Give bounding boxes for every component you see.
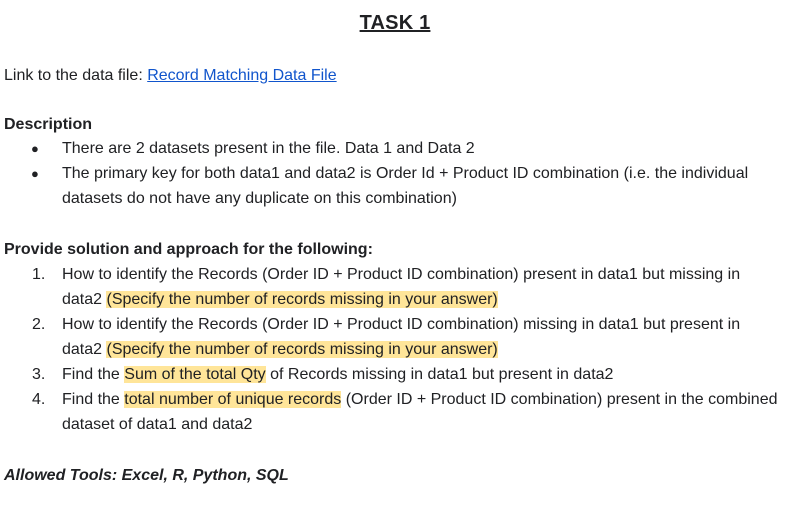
list-number: 3. [32,366,46,383]
list-number: 4. [32,391,46,408]
list-item: 4. Find the total number of unique recor… [0,387,782,437]
bullet-icon: ● [31,141,39,156]
item-text: Find the [62,391,125,408]
highlighted-text: (Specify the number of records missing i… [106,341,498,358]
link-prefix: Link to the data file: [4,67,148,84]
list-item: ● There are 2 datasets present in the fi… [0,136,782,161]
highlighted-text: Sum of the total Qty [124,366,266,383]
bullet-text: The primary key for both data1 and data2… [62,165,749,207]
item-text-after: of Records missing in data1 but present … [265,366,614,383]
data-file-link-line: Link to the data file: Record Matching D… [4,63,337,88]
highlighted-text: total number of unique records [124,391,342,408]
list-number: 1. [32,266,46,283]
list-number: 2. [32,316,46,333]
bullet-icon: ● [31,166,39,181]
allowed-tools: Allowed Tools: Excel, R, Python, SQL [4,467,289,484]
list-item: 1. How to identify the Records (Order ID… [0,262,782,312]
list-item: 3. Find the Sum of the total Qty of Reco… [0,362,782,387]
description-heading: Description [4,116,93,133]
solution-heading: Provide solution and approach for the fo… [4,241,373,258]
solution-numbered-list: 1. How to identify the Records (Order ID… [0,262,800,437]
description-bullet-list: ● There are 2 datasets present in the fi… [0,136,800,211]
highlighted-text: (Specify the number of records missing i… [106,291,498,308]
bullet-text: There are 2 datasets present in the file… [62,140,475,157]
data-file-link[interactable]: Record Matching Data File [147,67,336,84]
document-page: TASK 1 Link to the data file: Record Mat… [0,0,811,509]
list-item: 2. How to identify the Records (Order ID… [0,312,782,362]
task-title: TASK 1 [359,12,431,34]
item-text: Find the [62,366,125,383]
list-item: ● The primary key for both data1 and dat… [0,161,782,211]
